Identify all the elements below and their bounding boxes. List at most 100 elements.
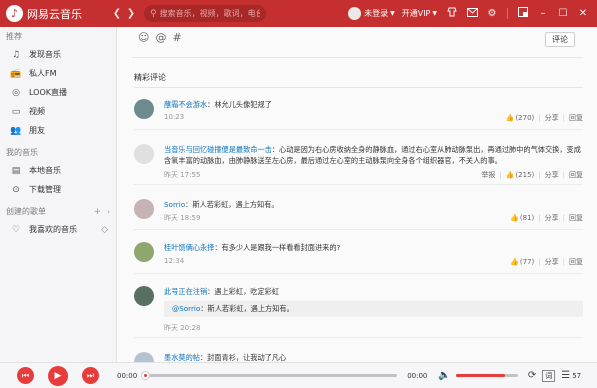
lyric-toggle[interactable]: 词 bbox=[542, 369, 556, 382]
current-time: 00:00 bbox=[117, 371, 138, 380]
search-input[interactable] bbox=[159, 9, 260, 18]
close-icon[interactable]: ✕ bbox=[573, 8, 593, 19]
chevron-right-icon[interactable]: ❯ bbox=[124, 7, 138, 21]
comment-username[interactable]: 当音乐与回忆碰撞便是最致命一击 bbox=[164, 145, 272, 154]
reply-link[interactable]: 回复 bbox=[569, 170, 583, 180]
comment-username[interactable]: Sorrio bbox=[164, 200, 185, 209]
skin-icon[interactable] bbox=[442, 7, 462, 20]
comment-username[interactable]: 墨水莫的帖 bbox=[164, 353, 200, 362]
user-avatar[interactable] bbox=[134, 99, 154, 119]
live-icon: ◎ bbox=[12, 87, 20, 98]
gear-icon[interactable]: ⚙ bbox=[482, 8, 502, 19]
sidebar-item-discover[interactable]: ♫ 发现音乐 bbox=[0, 45, 116, 64]
mail-icon[interactable] bbox=[462, 7, 482, 20]
hashtag-icon[interactable]: # bbox=[172, 31, 181, 44]
radio-icon: 📻 bbox=[10, 68, 22, 79]
sidebar-item-friends[interactable]: 👥 朋友 bbox=[0, 121, 116, 140]
heart-mode-icon[interactable]: ◇ bbox=[101, 225, 108, 235]
like-count[interactable]: (215) bbox=[515, 171, 534, 179]
report-link[interactable]: 举报 bbox=[481, 170, 495, 180]
top-right-group: 未登录 ▼ 开通VIP ▼ ⚙ – ☐ ✕ bbox=[348, 0, 597, 27]
sidebar-item-local-music[interactable]: ▤ 本地音乐 bbox=[0, 161, 116, 180]
sidebar-item-downloads[interactable]: ⊙ 下载管理 bbox=[0, 180, 116, 199]
login-link[interactable]: 未登录 bbox=[364, 8, 388, 19]
share-link[interactable]: 分享 bbox=[545, 257, 559, 267]
add-playlist-icon[interactable]: + bbox=[94, 204, 102, 220]
comment-username[interactable]: 此号正在注销 bbox=[164, 287, 207, 296]
user-avatar[interactable] bbox=[134, 199, 154, 219]
thumb-up-icon[interactable]: 👍 bbox=[506, 171, 515, 179]
reply-link[interactable]: 回复 bbox=[569, 213, 583, 223]
download-icon: ⊙ bbox=[12, 184, 20, 195]
playlist-icon[interactable]: ☰ bbox=[561, 370, 570, 381]
like-count[interactable]: (270) bbox=[515, 114, 534, 122]
comment-item: 桂叶馈俩心永择：有多少人是跟我一样看看封面进来的? 12:34 👍 (77) |… bbox=[134, 242, 583, 274]
comment-text: 封面青衫，让我动了凡心 bbox=[207, 353, 287, 362]
chevron-right-icon[interactable]: › bbox=[107, 204, 110, 220]
comment-item: 当音乐与回忆碰撞便是最致命一击：心动是因为右心房收纳全身的静脉血，通过右心室从肺… bbox=[134, 144, 583, 185]
comment-toolbar: ☺ @ # bbox=[118, 27, 597, 47]
user-avatar[interactable] bbox=[348, 7, 362, 20]
sidebar-item-look[interactable]: ◎ LOOK直播 bbox=[0, 83, 116, 102]
reply-link[interactable]: 回复 bbox=[569, 113, 583, 123]
comment-text: 林允儿头像犯规了 bbox=[214, 100, 272, 109]
minimize-icon[interactable]: – bbox=[533, 8, 553, 19]
at-icon[interactable]: @ bbox=[155, 31, 166, 44]
sidebar-item-video[interactable]: ▭ 视频 bbox=[0, 102, 116, 121]
submit-comment-button[interactable]: 评论 bbox=[545, 32, 575, 47]
share-link[interactable]: 分享 bbox=[545, 213, 559, 223]
app-logo[interactable]: ♪ 网易云音乐 bbox=[6, 5, 110, 22]
sidebar-item-fm[interactable]: 📻 私人FM bbox=[0, 64, 116, 83]
user-avatar[interactable] bbox=[134, 286, 154, 306]
comment-body: 当音乐与回忆碰撞便是最致命一击：心动是因为右心房收纳全身的静脉血，通过右心室从肺… bbox=[164, 144, 583, 166]
emoji-icon[interactable]: ☺ bbox=[138, 31, 149, 44]
volume-icon[interactable]: 🔈 bbox=[438, 370, 450, 381]
search-box[interactable]: ⚲ bbox=[144, 5, 266, 22]
sidebar-header-created: 创建的歌单 + › bbox=[0, 204, 116, 220]
quoted-comment: @Sorrio：斯人若彩虹，遇上方知有。 bbox=[164, 301, 583, 317]
thumb-up-icon[interactable]: 👍 bbox=[506, 114, 515, 122]
divider bbox=[507, 8, 508, 19]
colon: ： bbox=[200, 304, 208, 313]
sidebar-header-my-music: 我的音乐 bbox=[6, 148, 38, 157]
chevron-down-icon[interactable]: ▼ bbox=[432, 10, 437, 17]
divider bbox=[134, 129, 583, 130]
loop-icon[interactable]: ⟳ bbox=[528, 370, 536, 381]
previous-icon[interactable]: ⏮ bbox=[17, 367, 34, 384]
reply-link[interactable]: 回复 bbox=[569, 257, 583, 267]
user-avatar[interactable] bbox=[134, 144, 154, 164]
comment-username[interactable]: 蘸霜不会游水 bbox=[164, 100, 207, 109]
comment-time: 昨天 18:59 bbox=[164, 214, 201, 222]
chevron-left-icon[interactable]: ❮ bbox=[110, 7, 124, 21]
progress-bar[interactable] bbox=[141, 371, 398, 380]
comment-time: 12:34 bbox=[164, 257, 185, 265]
player-bar: ⏮ ▶ ⏭ 00:00 00:00 🔈 ⟳ 词 ☰ 57 bbox=[0, 362, 597, 388]
volume-bar[interactable] bbox=[455, 374, 518, 377]
user-avatar[interactable] bbox=[134, 352, 154, 362]
mini-mode-icon[interactable] bbox=[513, 7, 533, 20]
comment-text: 斯人若彩虹，遇上方知有。 bbox=[192, 200, 279, 209]
sidebar-header-recommend: 推荐 bbox=[6, 32, 22, 41]
thumb-up-icon[interactable]: 👍 bbox=[510, 258, 519, 266]
like-count[interactable]: (77) bbox=[520, 258, 534, 266]
comment-username[interactable]: 桂叶馈俩心永择 bbox=[164, 243, 214, 252]
comment-text: 遇上彩虹，吃定彩虹 bbox=[214, 287, 280, 296]
colon: ： bbox=[214, 243, 222, 252]
next-icon[interactable]: ⏭ bbox=[82, 367, 99, 384]
progress-knob[interactable] bbox=[141, 371, 151, 380]
share-link[interactable]: 分享 bbox=[545, 170, 559, 180]
share-link[interactable]: 分享 bbox=[545, 113, 559, 123]
top-bar: ♪ 网易云音乐 ❮ ❯ ⚲ 未登录 ▼ 开通VIP ▼ ⚙ – bbox=[0, 0, 597, 27]
thumb-up-icon[interactable]: 👍 bbox=[510, 214, 519, 222]
play-icon[interactable]: ▶ bbox=[48, 365, 68, 386]
playlist-count[interactable]: 57 bbox=[572, 372, 581, 380]
like-count[interactable]: (81) bbox=[520, 214, 534, 222]
maximize-icon[interactable]: ☐ bbox=[553, 8, 573, 19]
vip-link[interactable]: 开通VIP bbox=[402, 8, 431, 19]
quoted-username[interactable]: @Sorrio bbox=[172, 304, 200, 313]
sidebar: 推荐 ♫ 发现音乐 📻 私人FM ◎ LOOK直播 ▭ 视频 👥 朋友 我的音乐… bbox=[0, 27, 117, 362]
divider bbox=[134, 87, 583, 88]
sidebar-item-favorites[interactable]: ♡ 我喜欢的音乐 ◇ bbox=[0, 220, 116, 239]
user-avatar[interactable] bbox=[134, 242, 154, 262]
chevron-down-icon[interactable]: ▼ bbox=[390, 10, 395, 17]
